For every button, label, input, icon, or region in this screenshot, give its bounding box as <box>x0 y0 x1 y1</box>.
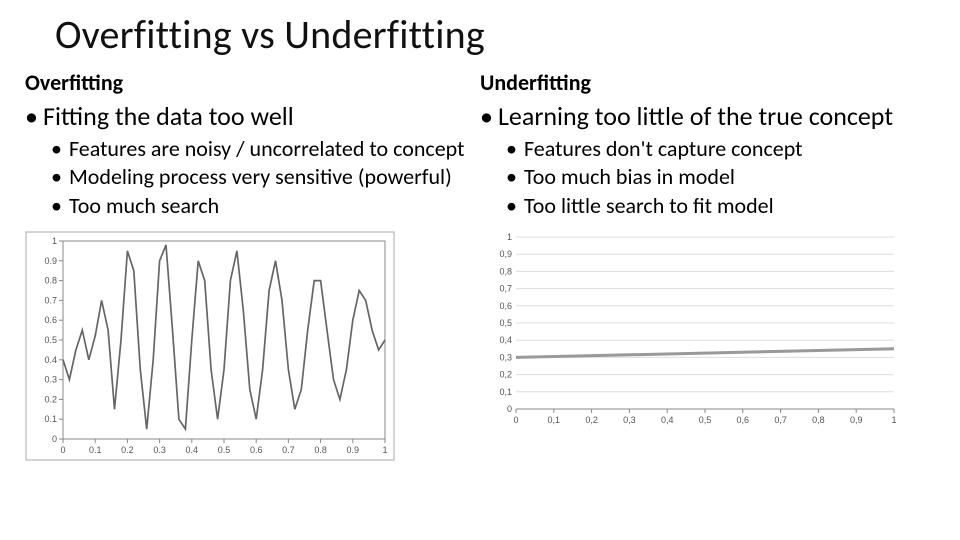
svg-text:0,1: 0,1 <box>548 415 561 425</box>
svg-text:0.3: 0.3 <box>44 375 57 385</box>
svg-text:0,4: 0,4 <box>499 335 512 345</box>
left-sub-1: Modeling process very sensitive (powerfu… <box>69 164 480 190</box>
left-list: Fitting the data too well Features are n… <box>25 102 480 219</box>
svg-text:0.5: 0.5 <box>218 445 231 455</box>
svg-text:0,8: 0,8 <box>812 415 825 425</box>
right-heading: Underfitting <box>480 69 935 96</box>
right-bullet: Learning too little of the true concept … <box>498 102 935 219</box>
overfit-chart: 0 0.1 0.2 0.3 0.4 0.5 0.6 0.7 0.8 0.9 1 0 0.1 0.2 0.3 0… <box>25 231 395 461</box>
columns: Overfitting Fitting the data too well Fe… <box>25 69 935 225</box>
svg-text:0: 0 <box>60 445 65 455</box>
svg-text:0.8: 0.8 <box>314 445 327 455</box>
svg-text:0,2: 0,2 <box>585 415 598 425</box>
svg-text:0,3: 0,3 <box>499 352 512 362</box>
left-bullet: Fitting the data too well Features are n… <box>43 102 480 219</box>
svg-text:0.2: 0.2 <box>121 445 134 455</box>
charts-row: 0 0.1 0.2 0.3 0.4 0.5 0.6 0.7 0.8 0.9 1 0 0.1 0.2 0.3 0… <box>25 231 935 461</box>
svg-text:0,1: 0,1 <box>499 387 512 397</box>
svg-text:0,7: 0,7 <box>499 284 512 294</box>
left-column: Overfitting Fitting the data too well Fe… <box>25 69 480 225</box>
svg-text:0.5: 0.5 <box>44 335 57 345</box>
svg-text:1: 1 <box>891 415 896 425</box>
left-sub-0: Features are noisy / uncorrelated to con… <box>69 136 480 162</box>
svg-text:0,4: 0,4 <box>661 415 674 425</box>
svg-text:0.1: 0.1 <box>89 445 102 455</box>
svg-text:0: 0 <box>507 404 512 414</box>
svg-text:1: 1 <box>52 236 57 246</box>
left-heading: Overfitting <box>25 69 480 96</box>
left-sub-2: Too much search <box>69 193 480 219</box>
svg-text:0.7: 0.7 <box>44 295 57 305</box>
svg-text:0,6: 0,6 <box>499 301 512 311</box>
svg-text:0.1: 0.1 <box>44 414 57 424</box>
left-bullet-text: Fitting the data too well <box>43 100 294 132</box>
svg-text:0.6: 0.6 <box>250 445 263 455</box>
right-column: Underfitting Learning too little of the … <box>480 69 935 225</box>
svg-text:0.9: 0.9 <box>44 256 57 266</box>
svg-text:0,7: 0,7 <box>774 415 787 425</box>
underfit-chart: 0 0,1 0,2 0,3 0,4 0,5 0,6 0,7 0,8 0,9 1 0 0,1 0,2 0,3 0… <box>486 231 906 431</box>
svg-text:0,9: 0,9 <box>850 415 863 425</box>
right-sub-2: Too little search to fit model <box>524 193 935 219</box>
svg-text:1: 1 <box>382 445 387 455</box>
svg-text:0.3: 0.3 <box>153 445 166 455</box>
right-list: Learning too little of the true concept … <box>480 102 935 219</box>
left-chart: 0 0.1 0.2 0.3 0.4 0.5 0.6 0.7 0.8 0.9 1 0 0.1 0.2 0.3 0… <box>25 231 480 461</box>
svg-text:0: 0 <box>513 415 518 425</box>
svg-text:0.2: 0.2 <box>44 394 57 404</box>
right-sub-1: Too much bias in model <box>524 164 935 190</box>
svg-text:0: 0 <box>52 434 57 444</box>
svg-text:0.4: 0.4 <box>44 355 57 365</box>
svg-text:0.9: 0.9 <box>347 445 360 455</box>
svg-text:0.6: 0.6 <box>44 315 57 325</box>
right-sublist: Features don't capture concept Too much … <box>498 136 935 219</box>
svg-text:0,5: 0,5 <box>699 415 712 425</box>
svg-text:0.7: 0.7 <box>282 445 295 455</box>
svg-text:0,3: 0,3 <box>623 415 636 425</box>
svg-text:0,9: 0,9 <box>499 249 512 259</box>
svg-text:0,6: 0,6 <box>737 415 750 425</box>
right-sub-0: Features don't capture concept <box>524 136 935 162</box>
svg-text:0,5: 0,5 <box>499 318 512 328</box>
svg-text:1: 1 <box>507 232 512 242</box>
svg-text:0.8: 0.8 <box>44 276 57 286</box>
right-bullet-text: Learning too little of the true concept <box>498 100 893 132</box>
svg-text:0,2: 0,2 <box>499 370 512 380</box>
slide: Overfitting vs Underfitting Overfitting … <box>0 0 960 540</box>
svg-text:0.4: 0.4 <box>186 445 199 455</box>
slide-title: Overfitting vs Underfitting <box>55 10 935 59</box>
right-chart: 0 0,1 0,2 0,3 0,4 0,5 0,6 0,7 0,8 0,9 1 0 0,1 0,2 0,3 0… <box>480 231 935 461</box>
svg-text:0,8: 0,8 <box>499 266 512 276</box>
left-sublist: Features are noisy / uncorrelated to con… <box>43 136 480 219</box>
